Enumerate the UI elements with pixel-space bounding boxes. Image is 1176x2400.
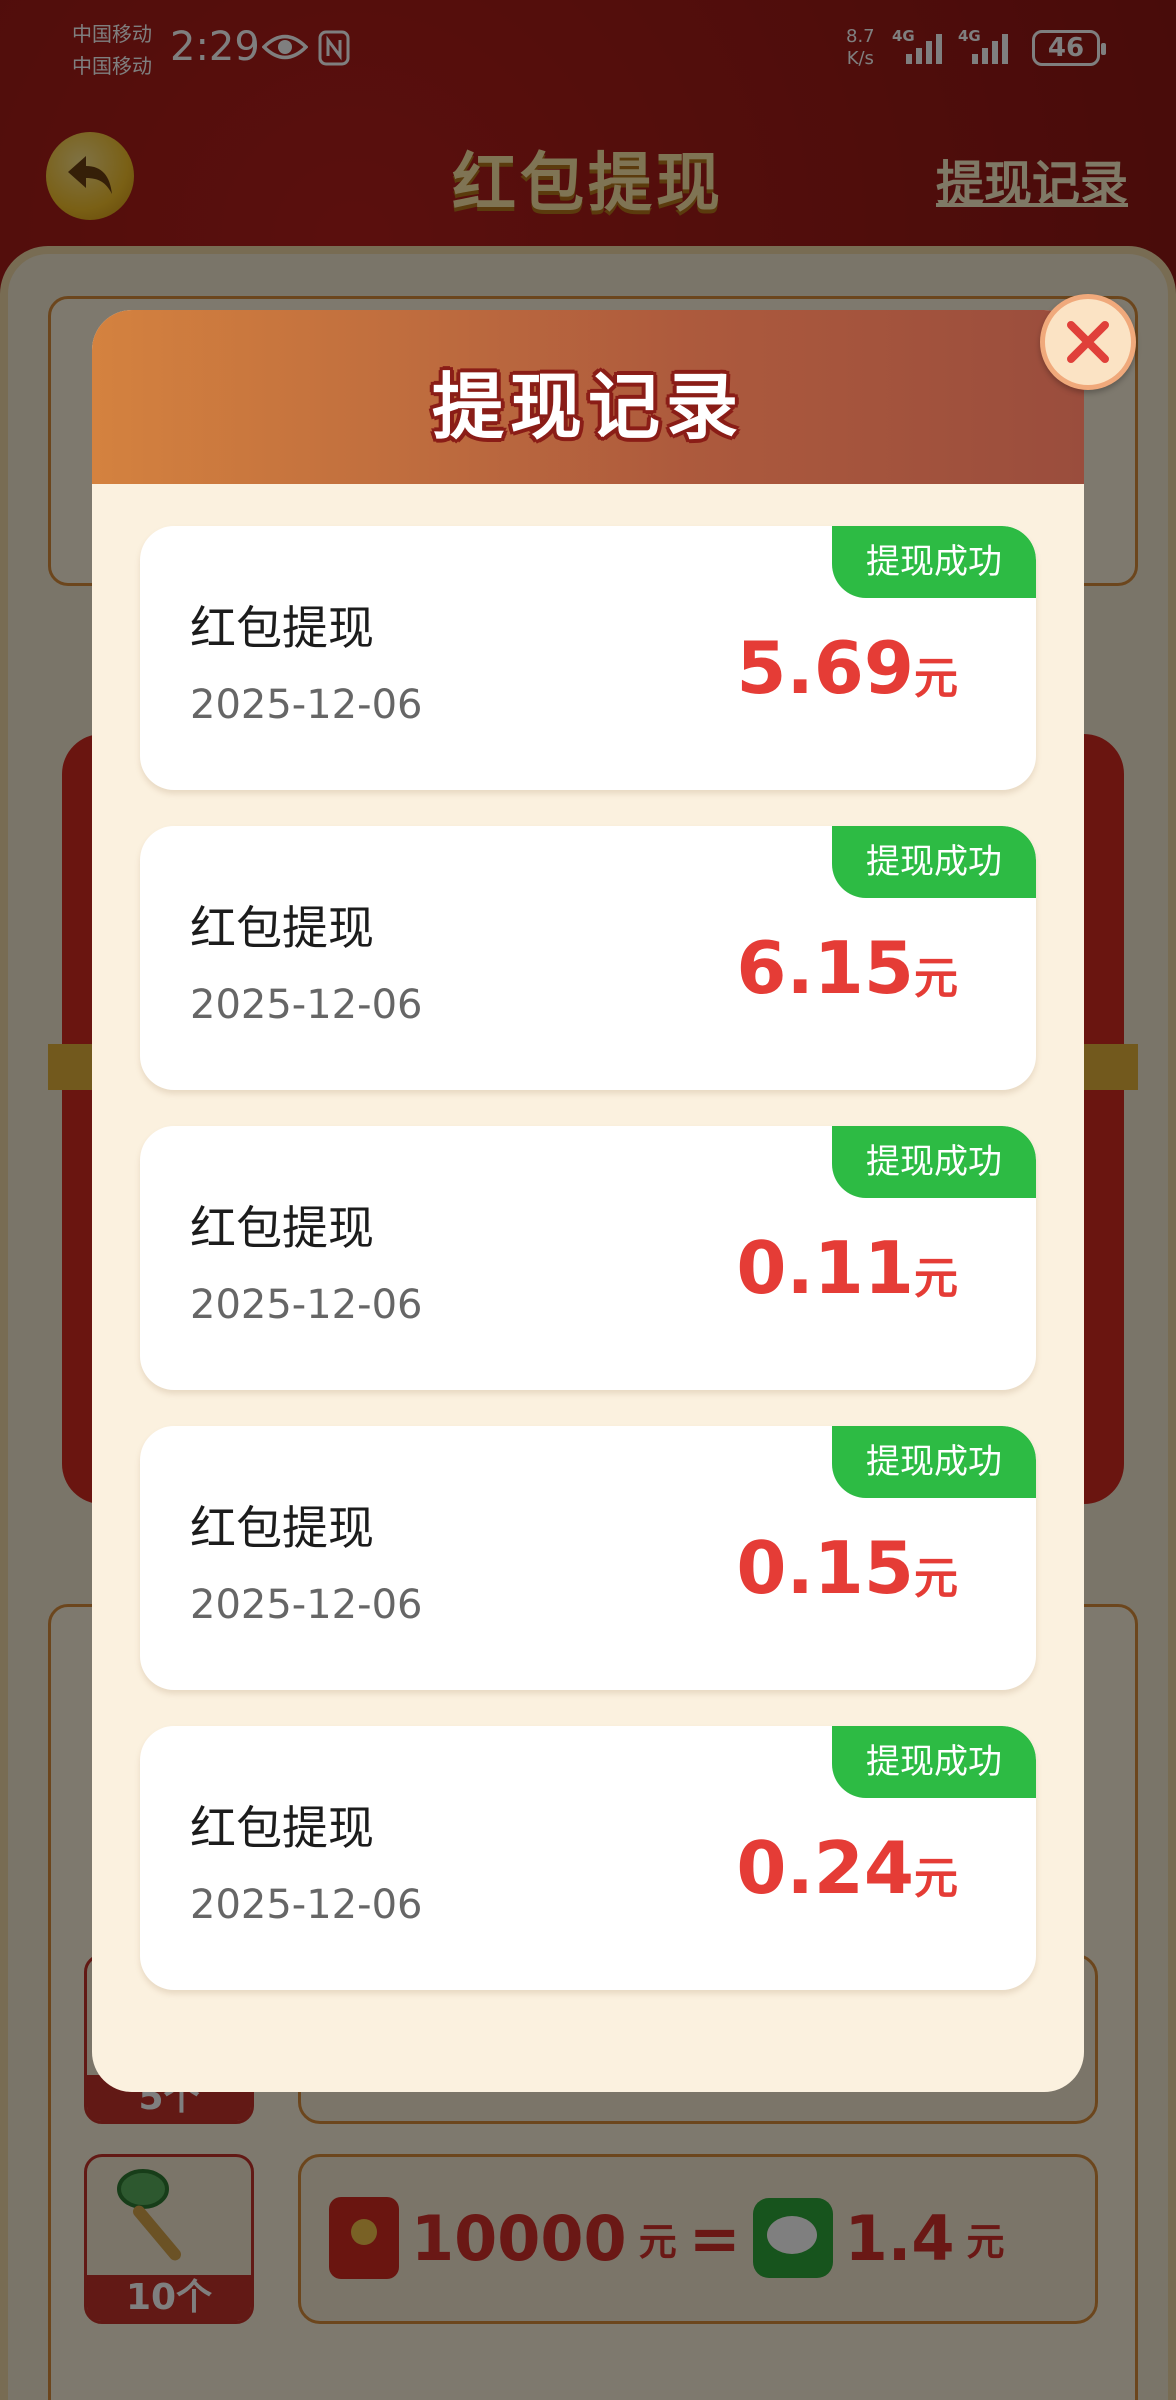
amount-value: 0.24 [736,1826,914,1910]
record-card: 提现成功 红包提现 2025-12-06 5.69元 [140,526,1036,790]
amount-value: 6.15 [736,926,914,1010]
record-amount: 0.15元 [736,1526,958,1610]
record-card: 提现成功 红包提现 2025-12-06 6.15元 [140,826,1036,1090]
record-card: 提现成功 红包提现 2025-12-06 0.15元 [140,1426,1036,1690]
close-icon [1067,321,1109,363]
amount-value: 5.69 [736,626,914,710]
record-amount: 5.69元 [736,626,958,710]
record-date: 2025-12-06 [190,682,423,728]
amount-unit: 元 [914,1553,958,1604]
amount-unit: 元 [914,1853,958,1904]
record-amount: 0.24元 [736,1826,958,1910]
record-title: 红包提现 [190,1501,374,1555]
record-list: 提现成功 红包提现 2025-12-06 5.69元 提现成功 红包提现 202… [140,526,1036,2026]
record-date: 2025-12-06 [190,1282,423,1328]
close-button[interactable] [1040,294,1136,390]
record-amount: 6.15元 [736,926,958,1010]
status-badge: 提现成功 [832,826,1036,898]
withdraw-records-modal: 提现记录 提现成功 红包提现 2025-12-06 5.69元 提现成功 红包提… [92,310,1084,2092]
amount-unit: 元 [914,953,958,1004]
record-title: 红包提现 [190,1801,374,1855]
record-date: 2025-12-06 [190,1882,423,1928]
status-badge: 提现成功 [832,1426,1036,1498]
record-date: 2025-12-06 [190,1582,423,1628]
record-title: 红包提现 [190,901,374,955]
modal-header: 提现记录 [92,310,1084,484]
record-amount: 0.11元 [736,1226,958,1310]
record-title: 红包提现 [190,1201,374,1255]
amount-value: 0.15 [736,1526,914,1610]
status-badge: 提现成功 [832,1726,1036,1798]
status-badge: 提现成功 [832,1126,1036,1198]
amount-unit: 元 [914,1253,958,1304]
modal-title: 提现记录 [431,365,744,449]
record-card: 提现成功 红包提现 2025-12-06 0.11元 [140,1126,1036,1390]
amount-value: 0.11 [736,1226,914,1310]
record-date: 2025-12-06 [190,982,423,1028]
record-card: 提现成功 红包提现 2025-12-06 0.24元 [140,1726,1036,1990]
status-badge: 提现成功 [832,526,1036,598]
amount-unit: 元 [914,653,958,704]
record-title: 红包提现 [190,601,374,655]
